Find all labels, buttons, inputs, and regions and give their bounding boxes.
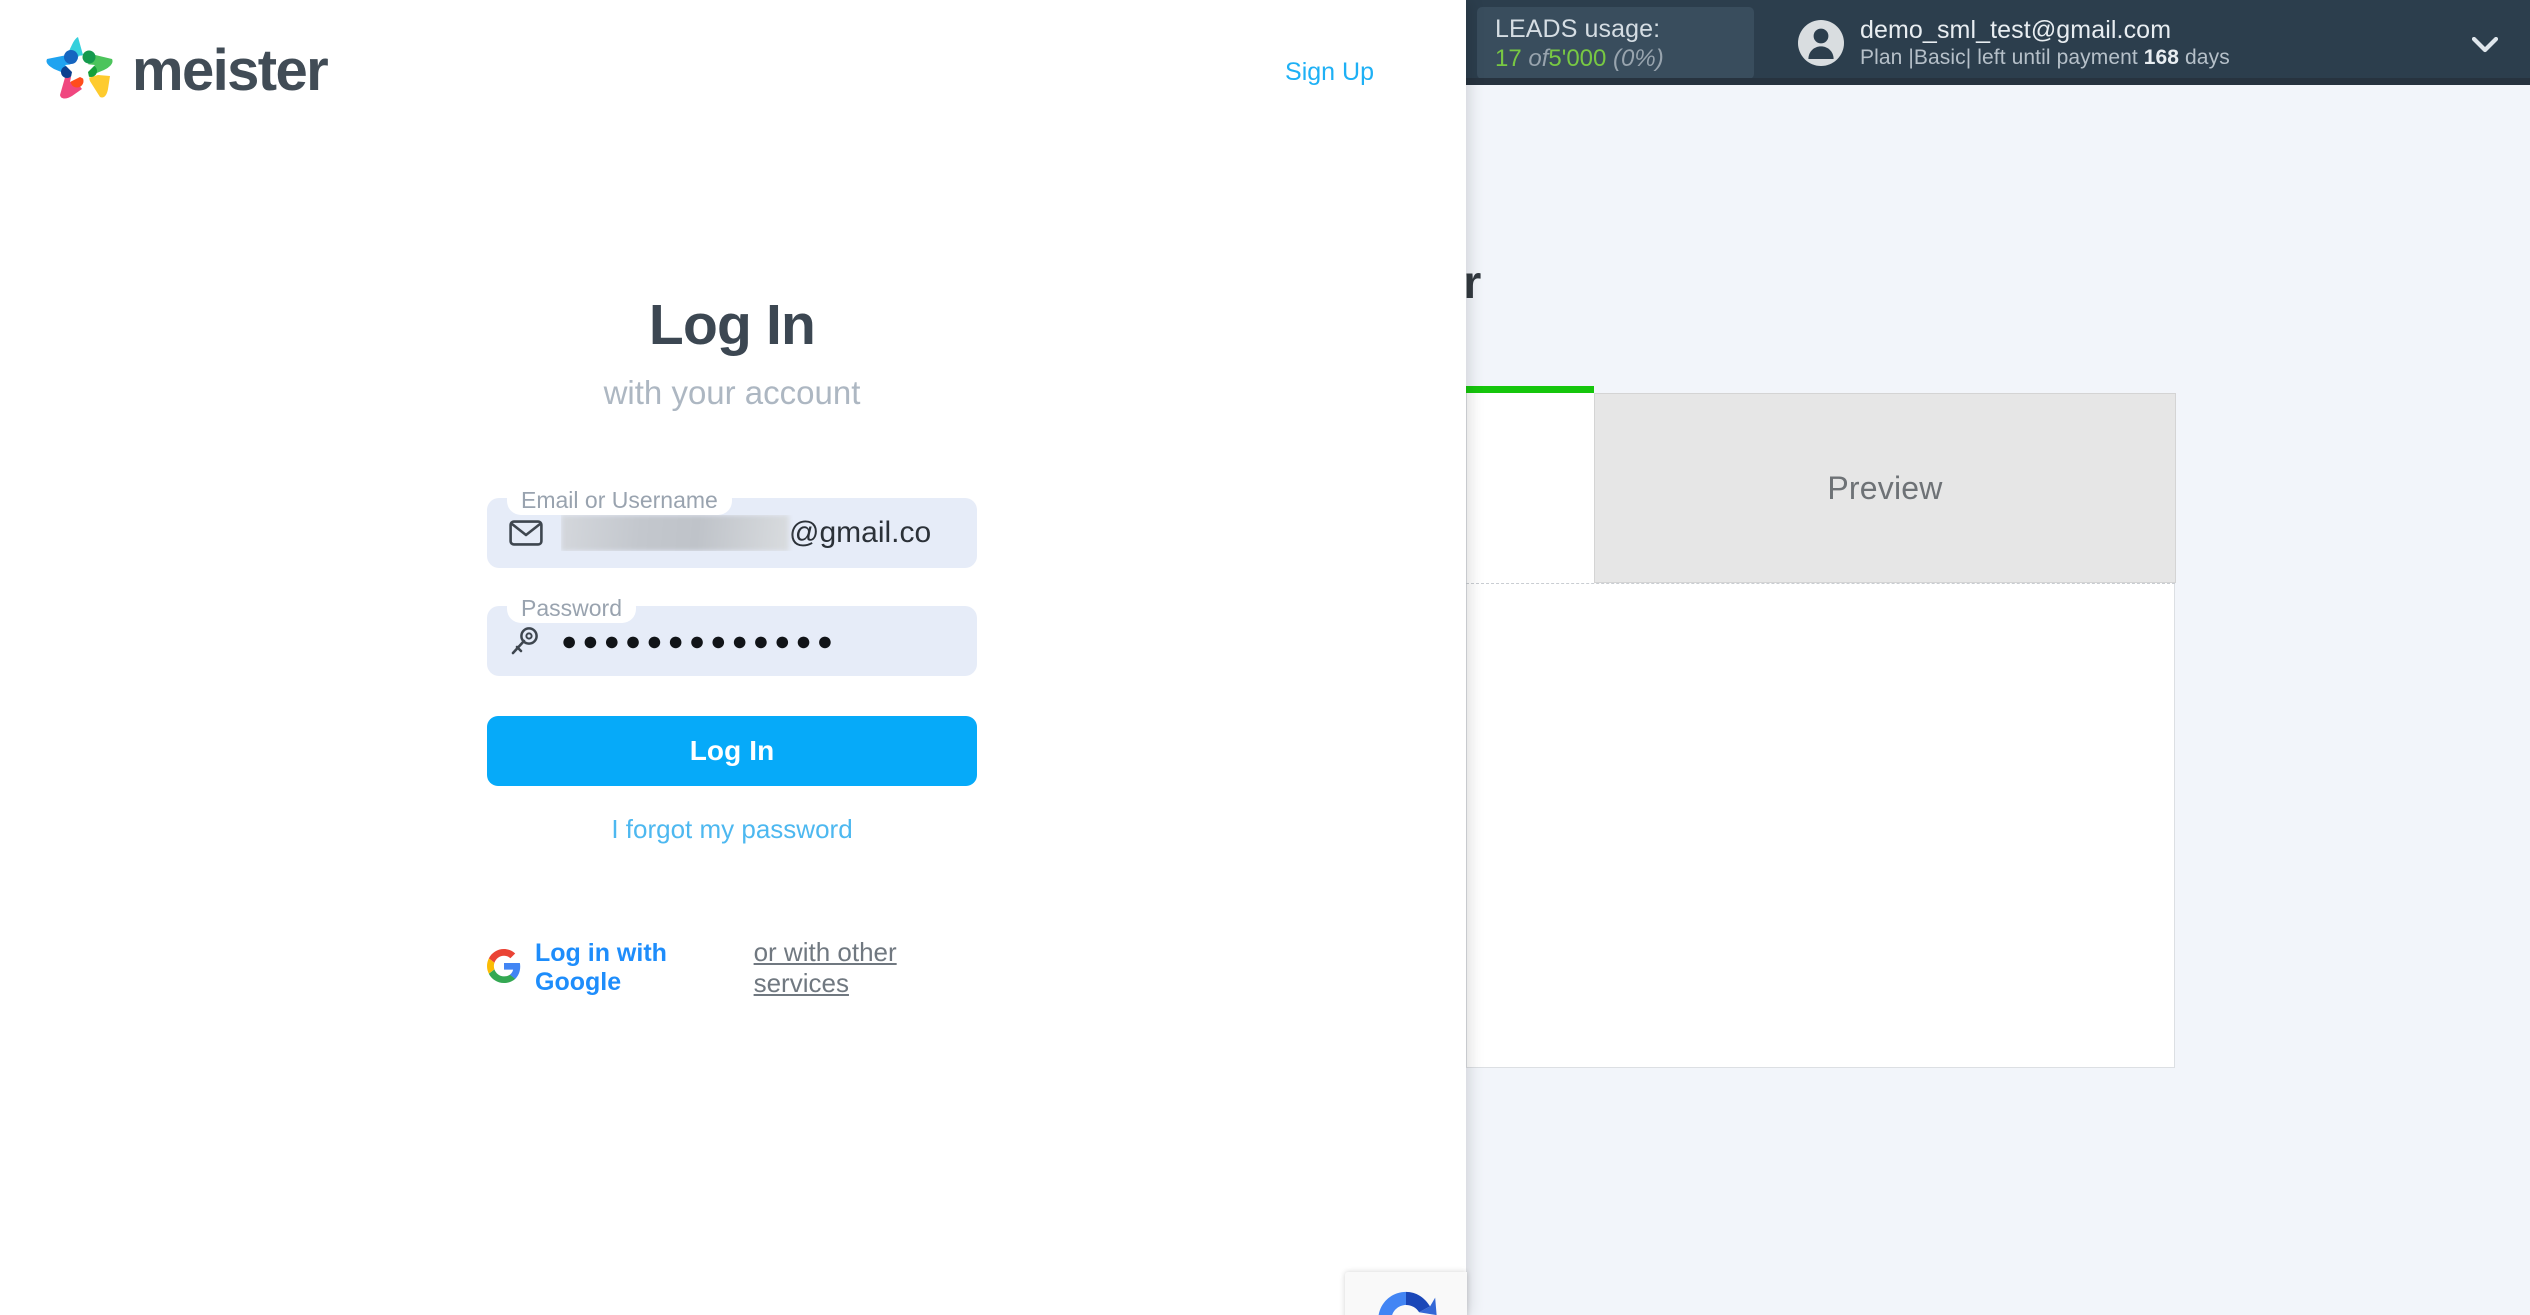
redacted-email-part [561, 515, 789, 551]
brand-logo: meister [44, 33, 329, 108]
password-field-label: Password [507, 593, 636, 623]
google-login-link[interactable]: Log in with Google [535, 939, 740, 997]
recaptcha-badge-icon[interactable] [1345, 1272, 1467, 1315]
email-visible-part: @gmail.co [789, 516, 932, 549]
log-in-button[interactable]: Log In [487, 716, 977, 786]
social-login-row: Log in with Google or with other service… [487, 937, 977, 999]
leads-usage-widget[interactable]: LEADS usage: 17 of5'000 (0%) [1477, 6, 1754, 79]
account-days-suffix: days [2185, 45, 2230, 69]
forgot-password-link[interactable]: I forgot my password [487, 814, 977, 845]
google-g-icon [487, 948, 521, 988]
email-input[interactable]: Email or Username @gmail.co [487, 485, 977, 568]
page-title: Log In [648, 293, 816, 357]
account-plan-prefix: Plan |Basic| left until payment [1860, 45, 2138, 69]
envelope-icon [509, 520, 547, 546]
sign-up-link[interactable]: Sign Up [1285, 58, 1374, 87]
email-field-group: Email or Username @gmail.co [487, 485, 977, 568]
other-services-link[interactable]: or with other services [754, 937, 977, 999]
leads-percent: (0%) [1613, 44, 1664, 72]
password-input[interactable]: Password ●●●●●●●●●●●●● [487, 593, 977, 676]
account-plan-info: Plan |Basic| left until payment 168 days [1860, 45, 2230, 71]
chevron-down-icon[interactable] [2468, 28, 2502, 62]
password-field-group: Password ●●●●●●●●●●●●● [487, 593, 977, 676]
top-header-underline [1466, 78, 2530, 85]
leads-total-count: 5'000 [1548, 44, 1607, 72]
leads-usage-values: 17 of5'000 (0%) [1495, 44, 1754, 74]
account-days-left: 168 [2143, 45, 2180, 69]
preview-panel: Preview [1594, 393, 2176, 583]
login-form: Log In with your account Email or Userna… [487, 292, 977, 999]
form-subtitle: with your account [603, 374, 861, 411]
key-icon [509, 626, 547, 656]
meister-star-logo-icon [44, 33, 116, 108]
brand-name: meister [132, 38, 329, 103]
login-overlay-panel: meister Sign Up Log In with your account… [0, 0, 1466, 1315]
account-menu[interactable]: demo_sml_test@gmail.com Plan |Basic| lef… [1798, 15, 2230, 71]
card-divider [1466, 583, 2175, 584]
account-email: demo_sml_test@gmail.com [1860, 15, 2172, 44]
leads-of-word: of [1528, 44, 1549, 72]
preview-label: Preview [1827, 469, 1943, 506]
user-avatar-icon [1798, 19, 1844, 66]
email-input-value: @gmail.co [561, 515, 931, 551]
password-input-value: ●●●●●●●●●●●●● [561, 625, 839, 656]
email-field-label: Email or Username [507, 485, 732, 515]
top-header-bar: LEADS usage: 17 of5'000 (0%) demo_sml_te… [1466, 0, 2530, 85]
leads-usage-title: LEADS usage: [1495, 14, 1661, 43]
leads-used-count: 17 [1495, 44, 1522, 72]
